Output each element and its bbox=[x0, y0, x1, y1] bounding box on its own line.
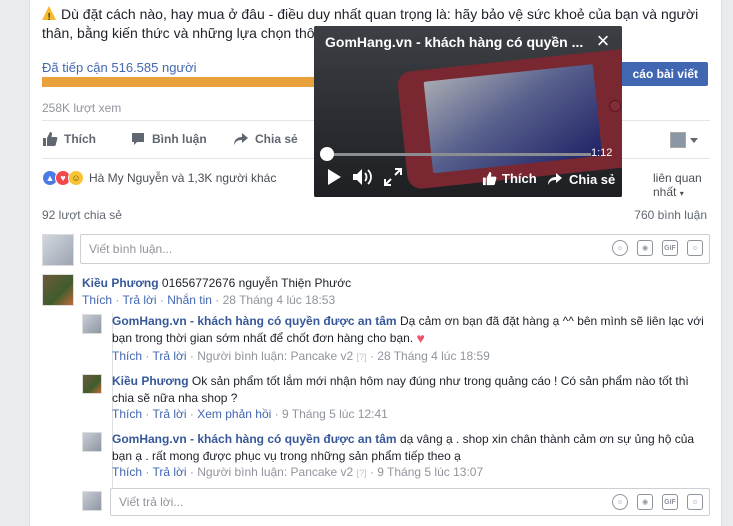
chevron-down-icon bbox=[690, 137, 698, 143]
video-time: 1:12 bbox=[591, 147, 613, 159]
video-share-label: Chia sẻ bbox=[569, 171, 616, 187]
reply-input[interactable]: Viết trả lời... ☺ ◉ GIF ☺ bbox=[110, 488, 710, 516]
comment-icon bbox=[132, 133, 144, 145]
emoji-icon[interactable]: ☺ bbox=[612, 240, 628, 256]
share-count[interactable]: 92 lượt chia sẻ bbox=[42, 208, 122, 222]
video-scrubber-handle[interactable] bbox=[320, 147, 334, 161]
share-label: Chia sẻ bbox=[255, 132, 298, 146]
avatar[interactable] bbox=[42, 274, 74, 306]
comment-meta: Thích · Trả lời · Nhắn tin · 28 Tháng 4 … bbox=[82, 293, 336, 307]
comment-timestamp[interactable]: 28 Tháng 4 lúc 18:53 bbox=[223, 293, 336, 307]
thumbs-up-icon bbox=[43, 132, 58, 146]
comment-count[interactable]: 760 bình luận bbox=[634, 208, 707, 222]
like-action-button[interactable]: Thích bbox=[42, 131, 96, 147]
comment-label: Bình luận bbox=[152, 132, 207, 146]
reply-author[interactable]: GomHang.vn - khách hàng có quyền được an… bbox=[112, 314, 397, 328]
reactions-text: Hà My Nguyễn và 1,3K người khác bbox=[89, 171, 277, 185]
gif-icon[interactable]: GIF bbox=[662, 240, 678, 256]
reply-reply-link[interactable]: Trả lời bbox=[152, 349, 186, 363]
warning-icon bbox=[42, 6, 57, 27]
reply-composer-tools: ☺ ◉ GIF ☺ bbox=[612, 494, 703, 510]
share-arrow-icon bbox=[234, 133, 248, 145]
reply-meta: Thích · Trả lời · Xem phản hồi · 9 Tháng… bbox=[112, 407, 388, 421]
comment-placeholder: Viết bình luận... bbox=[89, 242, 173, 256]
reply-timestamp[interactable]: 9 Tháng 5 lúc 13:07 bbox=[377, 465, 483, 479]
volume-icon[interactable] bbox=[352, 167, 374, 187]
thumbs-up-icon bbox=[482, 171, 497, 186]
reply-text: Kiều Phương Ok sản phẩm tốt lắm mới nhận… bbox=[112, 373, 710, 407]
video-share-button[interactable]: Chia sẻ bbox=[546, 171, 615, 187]
responder-label: Người bình luận: Pancake v2 bbox=[197, 349, 354, 363]
reply-placeholder: Viết trả lời... bbox=[119, 495, 184, 509]
reply-reply-link[interactable]: Trả lời bbox=[152, 407, 186, 421]
comment-text: Kiều Phương 01656772676 nguyễn Thiện Phư… bbox=[82, 275, 702, 292]
reactions-summary[interactable]: ▲ ♥ ☺ Hà My Nguyễn và 1,3K người khác bbox=[42, 170, 276, 186]
composer-tools: ☺ ◉ GIF ☺ bbox=[612, 240, 703, 256]
reply-like-link[interactable]: Thích bbox=[112, 349, 142, 363]
reply-author[interactable]: GomHang.vn - khách hàng có quyền được an… bbox=[112, 432, 397, 446]
video-like-label: Thích bbox=[502, 171, 537, 186]
reply-text: GomHang.vn - khách hàng có quyền được an… bbox=[112, 313, 710, 347]
camera-icon[interactable]: ◉ bbox=[637, 240, 653, 256]
close-icon[interactable]: × bbox=[594, 30, 612, 52]
reach-bar bbox=[42, 77, 316, 87]
comment-action-button[interactable]: Bình luận bbox=[130, 131, 207, 147]
comment-sort-label: liên quan nhất bbox=[653, 171, 702, 199]
responder-label: Người bình luận: Pancake v2 bbox=[197, 465, 354, 479]
reply-like-link[interactable]: Thích bbox=[112, 465, 142, 479]
comment-author[interactable]: Kiều Phương bbox=[82, 276, 159, 290]
comment-message-link[interactable]: Nhắn tin bbox=[167, 293, 212, 307]
share-action-button[interactable]: Chia sẻ bbox=[233, 131, 298, 147]
camera-icon[interactable]: ◉ bbox=[637, 494, 653, 510]
reply-timestamp[interactable]: 28 Tháng 4 lúc 18:59 bbox=[377, 349, 490, 363]
reply-meta: Thích · Trả lời · Người bình luận: Panca… bbox=[112, 465, 484, 479]
page-avatar bbox=[42, 234, 74, 266]
page-avatar bbox=[670, 132, 686, 148]
see-reply-link[interactable]: Xem phản hồi bbox=[197, 407, 271, 421]
avatar[interactable] bbox=[82, 374, 102, 394]
view-count: 258K lượt xem bbox=[42, 101, 122, 115]
avatar[interactable] bbox=[82, 314, 102, 334]
help-link[interactable]: [?] bbox=[357, 468, 367, 478]
comment-reply-link[interactable]: Trả lời bbox=[122, 293, 156, 307]
video-like-button[interactable]: Thích bbox=[482, 171, 537, 186]
haha-reaction-icon: ☺ bbox=[68, 170, 84, 186]
video-progress-bar[interactable] bbox=[326, 153, 591, 156]
reply-author[interactable]: Kiều Phương bbox=[112, 374, 189, 388]
comment-input[interactable]: Viết bình luận... ☺ ◉ GIF ☺ bbox=[80, 234, 710, 264]
reply-reply-link[interactable]: Trả lời bbox=[152, 465, 186, 479]
page-avatar bbox=[82, 491, 102, 511]
share-arrow-icon bbox=[548, 173, 562, 185]
reply-like-link[interactable]: Thích bbox=[112, 407, 142, 421]
mini-video-player[interactable]: GomHang.vn - khách hàng có quyền ... × 1… bbox=[314, 26, 622, 197]
comment-like-link[interactable]: Thích bbox=[82, 293, 112, 307]
emoji-icon[interactable]: ☺ bbox=[612, 494, 628, 510]
comment-sort-dropdown[interactable]: liên quan nhất ▾ bbox=[653, 171, 721, 199]
gif-icon[interactable]: GIF bbox=[662, 494, 678, 510]
reply-text: GomHang.vn - khách hàng có quyền được an… bbox=[112, 431, 710, 465]
reply-body: Ok sản phẩm tốt lắm mới nhận hôm nay đún… bbox=[112, 374, 689, 405]
sticker-icon[interactable]: ☺ bbox=[687, 240, 703, 256]
reply-timestamp[interactable]: 9 Tháng 5 lúc 12:41 bbox=[282, 407, 388, 421]
video-title[interactable]: GomHang.vn - khách hàng có quyền ... bbox=[325, 34, 583, 50]
sort-caret-icon: ▾ bbox=[679, 189, 684, 198]
like-label: Thích bbox=[64, 132, 96, 146]
help-link[interactable]: [?] bbox=[357, 352, 367, 362]
comment-body: 01656772676 nguyễn Thiện Phước bbox=[161, 276, 352, 290]
reply-meta: Thích · Trả lời · Người bình luận: Panca… bbox=[112, 349, 490, 363]
boost-post-button[interactable]: cáo bài viết bbox=[610, 62, 708, 86]
avatar[interactable] bbox=[82, 432, 102, 452]
page-selector[interactable] bbox=[670, 132, 698, 148]
expand-icon[interactable] bbox=[384, 168, 402, 186]
play-icon[interactable] bbox=[326, 168, 342, 186]
reach-label[interactable]: Đã tiếp cận 516.585 người bbox=[42, 60, 197, 75]
sticker-icon[interactable]: ☺ bbox=[687, 494, 703, 510]
heart-icon: ♥ bbox=[416, 330, 425, 346]
